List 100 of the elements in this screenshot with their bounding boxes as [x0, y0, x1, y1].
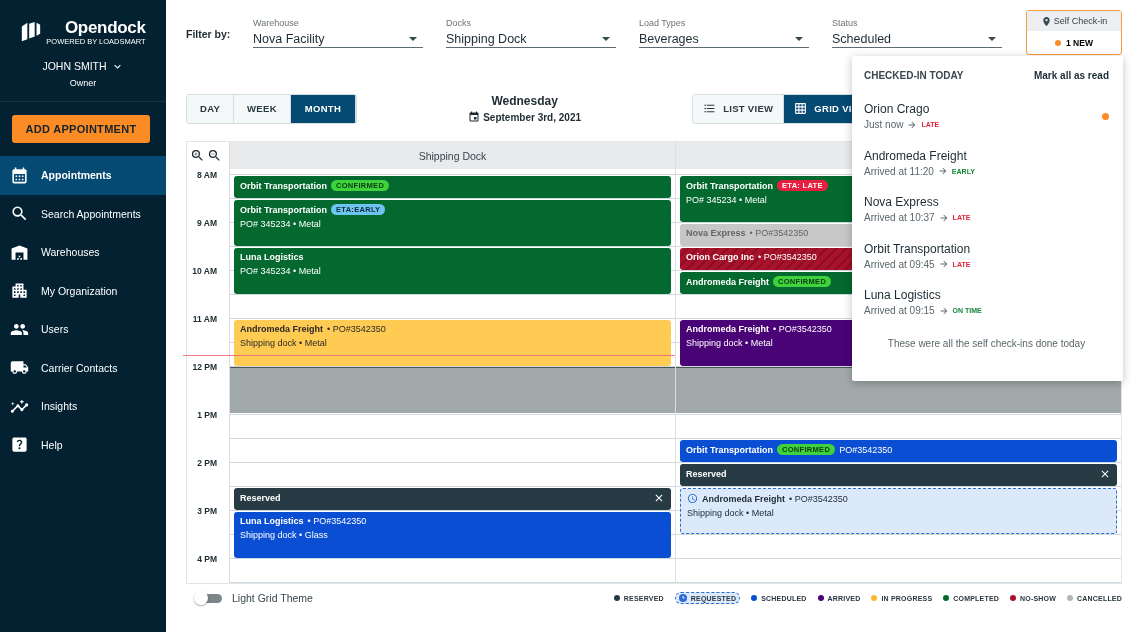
help-icon	[10, 435, 29, 455]
nav-item[interactable]: Insights	[0, 387, 166, 426]
appointment-details: Shipping dock • Metal	[240, 338, 327, 348]
hour-label: 3 PM	[197, 506, 217, 516]
user-name[interactable]: JOHN SMITH	[42, 60, 107, 72]
po-number: • PO#3542350	[773, 324, 832, 334]
po-number: PO#3542350	[839, 444, 893, 455]
nav-item[interactable]: Carrier Contacts	[0, 348, 166, 387]
carrier-name: Orion Crago	[864, 102, 930, 117]
popup-footer: These were all the self check-ins done today	[864, 337, 1109, 349]
building-icon	[10, 281, 29, 301]
view-tab[interactable]: LIST VIEW	[693, 94, 785, 123]
carrier-name: Nova Express	[864, 195, 939, 210]
hour-label: 10 AM	[192, 266, 217, 276]
carrier-name: Andromeda Freight	[864, 148, 967, 163]
appointment-details: Shipping dock • Metal	[687, 508, 774, 518]
clock-icon	[687, 493, 698, 504]
zoom-in-icon[interactable]	[190, 148, 205, 163]
dropdown-icon	[409, 36, 417, 41]
arrival-time: Arrived at 11:20	[864, 165, 934, 177]
calendar-icon	[10, 165, 29, 185]
arrival-time: Just now	[864, 119, 904, 131]
hour-label: 1 PM	[197, 410, 217, 420]
nav-item[interactable]: My Organization	[0, 271, 166, 310]
carrier-name: Reserved	[240, 493, 281, 503]
po-number: • PO#3542350	[327, 324, 386, 334]
appointment-details: PO# 345234 • Metal	[240, 266, 321, 276]
po-number: • PO#3542350	[749, 228, 809, 238]
appointment-card[interactable]: Luna Logistics • PO#3542350 Shipping dock • Glass	[234, 512, 671, 558]
switch-label: Light Grid Theme	[232, 592, 313, 604]
self-checkin-button[interactable]: Self Check-in 1 NEW	[1026, 10, 1122, 55]
carrier-name: Andromeda Freight	[686, 276, 769, 287]
appointment-details: PO# 345234 • Metal	[686, 195, 767, 205]
appointment-card[interactable]: Andromeda Freight • PO#3542350 Shipping dock • Metal	[680, 488, 1117, 534]
appointment-card[interactable]: Andromeda Freight • PO#3542350 Shipping dock • Metal	[234, 320, 671, 366]
close-button[interactable]	[653, 492, 665, 504]
po-number: • PO#3542350	[789, 493, 848, 504]
carrier-name: Nova Express	[686, 228, 746, 238]
nav-item[interactable]: Search Appointments	[0, 194, 166, 233]
filter-select[interactable]: Docks Shipping Dock	[446, 17, 616, 48]
carrier-name: Orbit Transportation	[686, 444, 773, 455]
arrival-time: Arrived at 09:45	[864, 258, 935, 270]
filter-select[interactable]: Load Types Beverages	[639, 17, 809, 48]
range-tab[interactable]: MONTH	[290, 94, 357, 123]
close-button[interactable]	[1099, 468, 1111, 480]
logo-icon	[20, 21, 43, 43]
carrier-name: Andromeda Freight	[702, 493, 785, 504]
carrier-name: Orbit Transportation	[686, 180, 773, 191]
zoom-out-icon[interactable]	[207, 148, 222, 163]
appointment-details: PO# 345234 • Metal	[240, 219, 321, 229]
appointment-details: Shipping dock • Metal	[686, 338, 773, 348]
nav-item[interactable]: Help	[0, 425, 166, 464]
range-tab[interactable]: DAY	[187, 94, 235, 123]
filter-select[interactable]: Warehouse Nova Facility	[253, 17, 423, 48]
add-appointment-button[interactable]: ADD APPOINTMENT	[12, 115, 150, 143]
carrier-name: Andromeda Freight	[240, 324, 323, 334]
arrival-time: Arrived at 10:37	[864, 212, 935, 224]
carrier-name: Andromeda Freight	[686, 324, 769, 334]
reserved-block[interactable]: Reserved	[234, 488, 671, 510]
calendar-icon	[468, 111, 481, 123]
hour-label: 9 AM	[197, 218, 217, 228]
pin-icon	[1040, 15, 1052, 27]
theme-switch[interactable]	[194, 591, 222, 605]
carrier-name: Orbit Transportation	[240, 180, 327, 191]
carrier-name: Orion Cargo Inc	[686, 252, 754, 262]
carrier-name: Orbit Transportation	[240, 204, 327, 215]
column-header: Shipping Dock	[229, 142, 675, 169]
carrier-name: Luna Logistics	[240, 252, 304, 262]
carrier-name: Luna Logistics	[864, 288, 941, 303]
list-icon	[703, 102, 717, 115]
popup-title: CHECKED-IN TODAY	[864, 70, 964, 81]
hour-label: 4 PM	[197, 554, 217, 564]
appointment-details: Shipping dock • Glass	[240, 530, 328, 540]
appointment-card[interactable]: Luna Logistics PO# 345234 • Metal	[234, 248, 671, 294]
po-number: • PO#3542350	[307, 516, 367, 526]
hour-label: 8 AM	[197, 170, 217, 180]
logo-text: Opendock	[64, 18, 146, 37]
nav-item[interactable]: Users	[0, 310, 166, 349]
filter-label: Filter by:	[186, 27, 232, 40]
reserved-block[interactable]: Reserved	[680, 464, 1117, 486]
arrival-time: Arrived at 09:15	[864, 305, 935, 317]
dropdown-icon	[602, 36, 610, 41]
hour-label: 2 PM	[197, 458, 217, 468]
nav-item[interactable]: Appointments	[0, 156, 166, 195]
range-tab[interactable]: WEEK	[234, 94, 291, 123]
carrier-name: Orbit Transportation	[864, 241, 971, 256]
po-number: • PO#3542350	[758, 252, 817, 262]
mark-read-link[interactable]: Mark all as read	[1033, 70, 1109, 81]
nav-item[interactable]: Warehouses	[0, 233, 166, 272]
weekday: Wednesday	[491, 94, 558, 108]
new-dot	[1055, 39, 1062, 46]
warehouse-icon	[10, 242, 29, 262]
dropdown-icon	[988, 36, 996, 41]
filter-select[interactable]: Status Scheduled	[832, 17, 1002, 48]
hour-label: 11 AM	[192, 314, 217, 324]
user-role: Owner	[0, 78, 166, 102]
date-text: September 3rd, 2021	[483, 111, 582, 123]
dropdown-icon	[795, 36, 803, 41]
carrier-name: Reserved	[686, 469, 727, 479]
carrier-name: Luna Logistics	[240, 516, 304, 526]
